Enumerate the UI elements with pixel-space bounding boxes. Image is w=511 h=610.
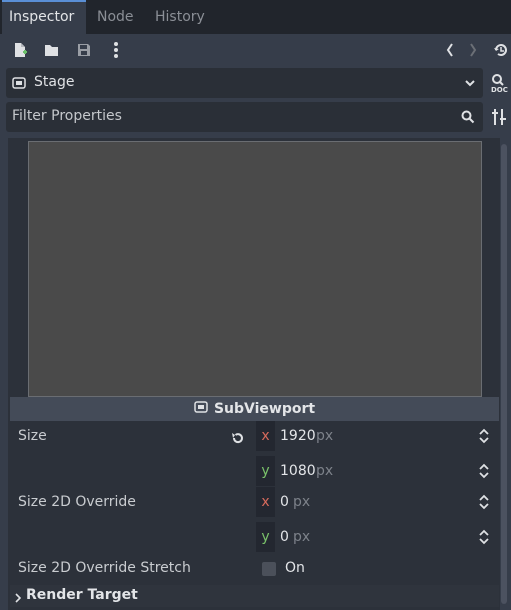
tab-inspector[interactable]: Inspector (2, 0, 86, 34)
filter-row: Filter Properties (0, 100, 511, 134)
size-2d-override-x-spinbox[interactable]: x 0 px (256, 487, 498, 517)
filter-placeholder: Filter Properties (12, 108, 122, 124)
up-down-arrows-icon[interactable] (478, 463, 490, 479)
checkbox-on-label: On (285, 560, 305, 576)
y-axis-label: y (256, 456, 275, 486)
subviewport-icon (12, 76, 26, 94)
history-icon[interactable] (491, 40, 511, 60)
property-label-size: Size (18, 428, 47, 444)
object-selector-label: Stage (34, 74, 75, 90)
up-down-arrows-icon[interactable] (478, 529, 490, 545)
inspector-toolbar (0, 34, 511, 66)
size-y-value: 1080 (280, 463, 316, 479)
section-title: SubViewport (213, 401, 316, 417)
size-y-spinbox[interactable]: y 1080 px (256, 456, 498, 486)
size-x-spinbox[interactable]: x 1920 px (256, 421, 498, 451)
more-vertical-icon[interactable] (106, 40, 126, 60)
property-label-size-2d-override-stretch: Size 2D Override Stretch (18, 560, 191, 576)
size-2d-override-stretch-checkbox[interactable] (262, 562, 276, 576)
chevron-left-icon[interactable] (440, 40, 460, 60)
subviewport-icon (194, 400, 208, 418)
up-down-arrows-icon[interactable] (478, 428, 490, 444)
object-selector-row: Stage DOC (0, 66, 511, 100)
section-render-target[interactable]: Render Target (10, 585, 499, 607)
open-documentation-icon[interactable]: DOC (489, 72, 511, 94)
x-axis-label: x (256, 487, 275, 517)
svg-text:DOC: DOC (491, 86, 508, 94)
size-y-unit: px (316, 463, 334, 479)
filter-properties-input[interactable]: Filter Properties (6, 102, 483, 132)
size-2d-override-y-value: 0 (280, 529, 289, 545)
new-resource-icon[interactable] (10, 40, 30, 60)
tab-node[interactable]: Node (90, 0, 141, 34)
tab-bar: Inspector Node History (0, 0, 511, 34)
subviewport-preview (28, 141, 482, 397)
size-2d-override-y-spinbox[interactable]: y 0 px (256, 522, 498, 552)
open-folder-icon[interactable] (42, 40, 62, 60)
save-icon[interactable] (74, 40, 94, 60)
x-axis-label: x (256, 421, 275, 451)
revert-icon[interactable] (231, 431, 245, 449)
up-down-arrows-icon[interactable] (478, 494, 490, 510)
chevron-right-icon[interactable] (463, 40, 483, 60)
y-axis-label: y (256, 522, 275, 552)
size-2d-override-x-value: 0 (280, 494, 289, 510)
size-2d-override-x-unit: px (293, 494, 311, 510)
section-header-subviewport[interactable]: SubViewport (10, 397, 499, 421)
size-x-unit: px (316, 428, 334, 444)
property-label-size-2d-override: Size 2D Override (18, 494, 136, 510)
tab-history[interactable]: History (148, 0, 212, 34)
chevron-down-icon (464, 77, 476, 93)
scrollbar-thumb[interactable] (501, 144, 507, 604)
search-icon (461, 110, 475, 128)
tools-icon[interactable] (491, 108, 507, 130)
chevron-right-icon (14, 591, 22, 607)
size-x-value: 1920 (280, 428, 316, 444)
object-selector[interactable]: Stage (6, 68, 483, 98)
render-target-title: Render Target (26, 587, 138, 603)
size-2d-override-y-unit: px (293, 529, 311, 545)
